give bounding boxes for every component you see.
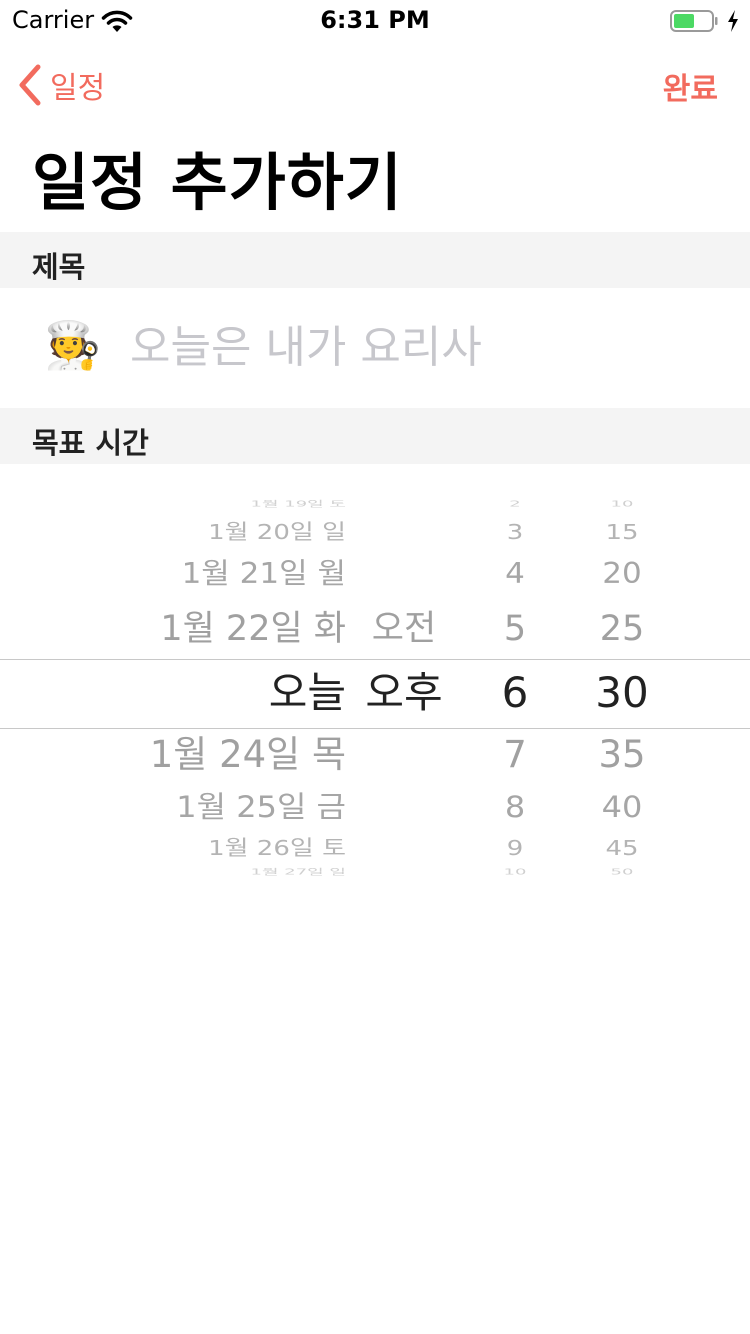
navigation-bar: 일정 완료 — [0, 50, 750, 120]
picker-minute-option[interactable]: 20 — [572, 560, 672, 589]
page-title: 일정 추가하기 — [32, 146, 403, 219]
picker-minute-option[interactable]: 50 — [572, 868, 672, 876]
title-row: 🧑‍🍳 — [0, 288, 750, 408]
picker-minute-option[interactable]: 45 — [572, 838, 672, 859]
picker-ampm-selected[interactable]: 오후 — [354, 672, 454, 714]
back-button-label: 일정 — [50, 71, 106, 106]
battery-icon — [670, 10, 718, 32]
section-header-time-label: 목표 시간 — [32, 426, 149, 460]
picker-minute-option[interactable]: 10 — [572, 500, 672, 508]
picker-date-option[interactable]: 1월 19일 토 — [0, 500, 346, 508]
cook-emoji-icon[interactable]: 🧑‍🍳 — [44, 318, 101, 373]
picker-date-option[interactable]: 1월 20일 일 — [0, 522, 346, 543]
picker-selection-bottom-line — [0, 728, 750, 729]
section-header-title: 제목 — [0, 232, 750, 288]
charging-bolt-icon — [728, 10, 738, 32]
clock: 6:31 PM — [320, 6, 430, 34]
picker-date-option[interactable]: 1월 25일 금 — [0, 792, 346, 821]
section-header-title-label: 제목 — [32, 250, 86, 284]
picker-date-option[interactable]: 1월 26일 토 — [0, 838, 346, 859]
chevron-left-icon — [19, 64, 41, 106]
section-header-time: 목표 시간 — [0, 408, 750, 464]
picker-hour-option[interactable]: 8 — [470, 792, 560, 821]
picker-hour-option[interactable]: 4 — [470, 560, 560, 589]
picker-hour-option[interactable]: 9 — [470, 838, 560, 859]
picker-minute-option[interactable]: 40 — [572, 792, 672, 821]
picker-hour-option[interactable]: 7 — [470, 736, 560, 773]
picker-date-option[interactable]: 1월 21일 월 — [0, 560, 346, 589]
title-input[interactable] — [130, 312, 710, 382]
back-button[interactable]: 일정 — [16, 62, 105, 108]
picker-date-option[interactable]: 1월 24일 목 — [0, 736, 346, 773]
picker-minute-selected[interactable]: 30 — [572, 672, 672, 714]
picker-minute-option[interactable]: 25 — [572, 612, 672, 647]
picker-selection-top-line — [0, 659, 750, 660]
datetime-picker[interactable]: 1월 19일 토 1월 20일 일 1월 21일 월 1월 22일 화오늘 1월 24일… — [0, 470, 750, 890]
picker-hour-selected[interactable]: 6 — [470, 672, 560, 714]
picker-date-option[interactable]: 1월 27일 일 — [0, 868, 346, 876]
picker-minute-option[interactable]: 35 — [572, 736, 672, 773]
picker-ampm-option[interactable]: 오전 — [354, 612, 454, 647]
done-button[interactable]: 완료 — [663, 64, 718, 108]
picker-minute-option[interactable]: 15 — [572, 522, 672, 543]
picker-date-selected[interactable]: 오늘 — [0, 672, 346, 714]
picker-hour-option[interactable]: 5 — [470, 612, 560, 647]
picker-hour-option[interactable]: 10 — [470, 868, 560, 876]
picker-hour-option[interactable]: 2 — [470, 500, 560, 508]
status-bar: Carrier 6:31 PM — [0, 0, 750, 40]
picker-date-option[interactable]: 1월 22일 화 — [0, 612, 346, 647]
picker-hour-option[interactable]: 3 — [470, 522, 560, 543]
